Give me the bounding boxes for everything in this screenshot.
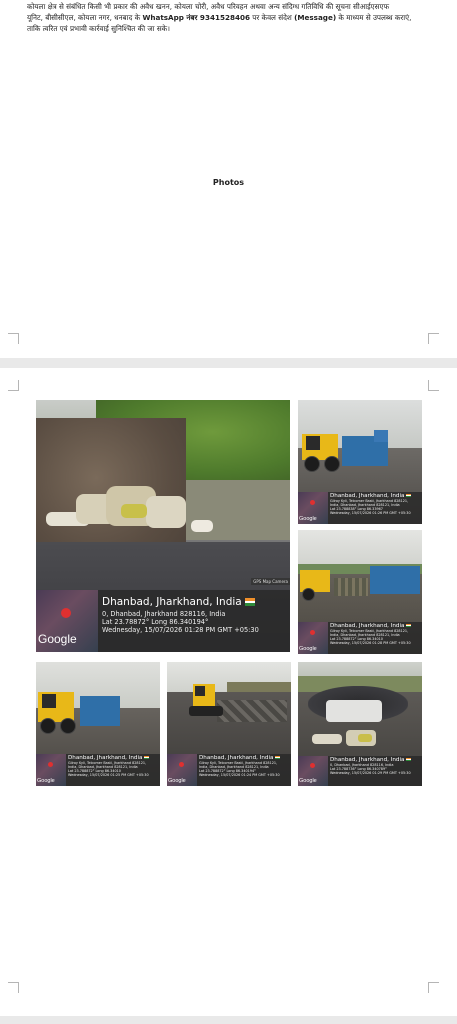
tarpaulin: [326, 700, 382, 722]
google-logo: Google: [37, 778, 55, 784]
dump-truck: [80, 696, 120, 726]
coal-sacks: [312, 730, 392, 750]
google-logo: Google: [299, 516, 317, 522]
gps-overlay-6: Google Dhanbad, Jharkhand, India 0, Dhan…: [298, 756, 422, 786]
photo-2[interactable]: Google Dhanbad, Jharkhand, India Gilroy …: [298, 400, 422, 524]
gps-datetime: Wednesday, 15/07/2026 01:29 PM GMT +05:3…: [330, 771, 411, 775]
margin-corner-bottom-left: [8, 333, 19, 344]
rubble: [217, 700, 287, 722]
personnel-group: [334, 578, 368, 596]
gps-overlay-2: Google Dhanbad, Jharkhand, India Gilroy …: [298, 492, 422, 524]
excavator-wheel: [304, 456, 320, 472]
camera-tag: GPS Map Camera: [251, 578, 290, 585]
map-pin-icon: [310, 630, 315, 635]
gps-latlong: Lat 23.78872° Long 86.340194°: [102, 618, 209, 626]
google-logo: Google: [299, 646, 317, 652]
photo-4[interactable]: Google Dhanbad, Jharkhand, India Gilroy …: [36, 662, 160, 786]
gps-overlay-main: Google Dhanbad, Jharkhand, India 0, Dhan…: [36, 590, 290, 652]
map-pin-icon: [310, 500, 315, 505]
india-flag-icon: [144, 755, 150, 760]
gps-overlay-4: Google Dhanbad, Jharkhand, India Gilroy …: [36, 754, 160, 786]
gps-datetime: Wednesday, 15/07/2026 01:25 PM GMT +05:3…: [68, 773, 149, 777]
map-thumbnail: Google: [298, 622, 328, 654]
excavator-track: [189, 706, 223, 716]
excavator-wheel: [40, 718, 56, 734]
map-thumbnail: Google: [36, 754, 66, 786]
margin-corner-top-right: [428, 380, 439, 391]
coal-sacks: [46, 476, 213, 536]
margin-corner-top-left: [8, 380, 19, 391]
notice-line-2a: यूनिट, बीसीसीएल, कोयला नगर, धनबाद के: [27, 13, 143, 22]
photos-heading: Photos: [212, 178, 245, 187]
gps-city: Dhanbad, Jharkhand, India: [102, 596, 288, 608]
gps-overlay-5: Google Dhanbad, Jharkhand, India Gilroy …: [167, 754, 291, 786]
india-flag-icon: [406, 493, 412, 498]
map-thumbnail: Google: [36, 590, 98, 652]
margin-corner-bottom-right: [428, 982, 439, 993]
whatsapp-number: WhatsApp नंबर 9341528406: [142, 13, 250, 22]
gps-overlay-3: Google Dhanbad, Jharkhand, India Gilroy …: [298, 622, 422, 654]
excavator-cab: [195, 686, 205, 696]
notice-line-2e: के माध्यम से उपलब्ध कराएं,: [336, 13, 412, 22]
truck-cab: [374, 430, 388, 442]
map-pin-icon: [310, 763, 315, 768]
photo-3[interactable]: Google Dhanbad, Jharkhand, India Gilroy …: [298, 530, 422, 654]
document-page-2: GPS Map Camera Google Dhanbad, Jharkhand…: [0, 368, 457, 1016]
map-thumbnail: Google: [167, 754, 197, 786]
map-thumbnail: Google: [298, 492, 328, 524]
document-page-1: कोयला क्षेत्र से संबंधित किसी भी प्रकार …: [0, 0, 457, 358]
map-pin-icon: [179, 762, 184, 767]
margin-corner-bottom-right: [428, 333, 439, 344]
india-flag-icon: [245, 598, 256, 606]
photo-5[interactable]: Google Dhanbad, Jharkhand, India Gilroy …: [167, 662, 291, 786]
gps-address: 0, Dhanbad, Jharkhand 828116, India: [102, 610, 226, 618]
message-label: (Message): [294, 13, 337, 22]
india-flag-icon: [275, 755, 281, 760]
gps-datetime: Wednesday, 15/07/2026 01:28 PM GMT +05:3…: [102, 626, 259, 634]
notice-line-1: कोयला क्षेत्र से संबंधित किसी भी प्रकार …: [27, 2, 389, 11]
photo-main[interactable]: GPS Map Camera Google Dhanbad, Jharkhand…: [36, 400, 290, 652]
excavator-cab: [306, 436, 320, 450]
india-flag-icon: [406, 757, 412, 762]
notice-paragraph: कोयला क्षेत्र से संबंधित किसी भी प्रकार …: [27, 1, 447, 34]
notice-line-2c: पर केवल संदेश: [249, 13, 295, 22]
margin-corner-bottom-left: [8, 982, 19, 993]
gps-datetime: Wednesday, 15/07/2026 01:26 PM GMT +05:3…: [330, 511, 411, 515]
excavator-cab: [42, 694, 56, 708]
google-logo: Google: [299, 778, 317, 784]
map-pin-icon: [61, 608, 71, 618]
map-pin-icon: [48, 762, 53, 767]
gps-datetime: Wednesday, 15/07/2026 01:28 PM GMT +05:3…: [330, 641, 411, 645]
photo-6[interactable]: Google Dhanbad, Jharkhand, India 0, Dhan…: [298, 662, 422, 786]
google-logo: Google: [38, 632, 77, 646]
india-flag-icon: [406, 623, 412, 628]
gps-datetime: Wednesday, 15/07/2026 01:24 PM GMT +05:3…: [199, 773, 280, 777]
map-thumbnail: Google: [298, 756, 328, 786]
notice-line-3: ताकि त्वरित एवं प्रभावी कार्रवाई सुनिश्च…: [27, 24, 170, 33]
dump-truck: [370, 566, 420, 594]
excavator-wheel: [302, 588, 315, 601]
excavator-wheel: [324, 456, 340, 472]
excavator-wheel: [60, 718, 76, 734]
google-logo: Google: [168, 778, 186, 784]
